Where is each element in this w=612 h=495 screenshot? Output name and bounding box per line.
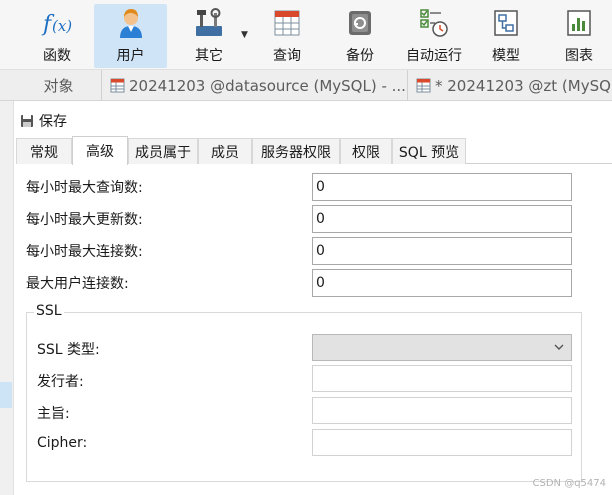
ribbon-backup-button[interactable]: 备份: [328, 4, 392, 68]
property-tabs: 常规 高级 成员属于 成员 服务器权限 权限 SQL 预览: [16, 136, 612, 165]
table-icon: [110, 78, 125, 93]
tab-advanced-label: 高级: [86, 144, 114, 160]
tab-objects[interactable]: 对象: [16, 70, 102, 101]
ribbon-model-button[interactable]: 模型: [476, 4, 536, 68]
save-label: 保存: [39, 114, 67, 130]
query-table-icon: [273, 6, 301, 40]
table-icon: [416, 78, 431, 93]
ribbon-automation-button[interactable]: 自动运行: [398, 4, 470, 68]
ribbon-user-button[interactable]: 用户: [94, 4, 167, 68]
tab-member-of-label: 成员属于: [135, 144, 191, 161]
tab-privileges-label: 权限: [352, 144, 380, 161]
max-updates-input[interactable]: 0: [312, 205, 572, 233]
max-queries-label: 每小时最大查询数:: [26, 180, 143, 196]
issuer-label: 发行者:: [37, 374, 84, 390]
max-connections-input[interactable]: 0: [312, 237, 572, 265]
tab-advanced[interactable]: 高级: [72, 136, 128, 165]
svg-text:(x): (x): [52, 17, 72, 35]
ribbon-function-label: 函数: [43, 48, 71, 64]
tab-zt-user[interactable]: * 20241203 @zt (MySQL): [408, 70, 612, 101]
tab-members[interactable]: 成员: [198, 138, 252, 164]
tab-general-label: 常规: [30, 144, 58, 161]
editor-toolbar: 保存: [16, 108, 71, 134]
automation-icon: [419, 6, 449, 40]
max-queries-input[interactable]: 0: [312, 173, 572, 201]
tab-objects-label: 对象: [43, 77, 74, 95]
left-gutter: [0, 101, 14, 495]
tab-datasource-label: 20241203 @datasource (MySQL) - ...: [129, 76, 406, 95]
max-user-connections-value: 0: [316, 275, 325, 291]
issuer-input[interactable]: [312, 365, 572, 392]
watermark-text: CSDN @q5474: [532, 478, 607, 489]
document-tab-strip: 对象 20241203 @datasource (MySQL) - ... * …: [0, 70, 612, 101]
tab-members-label: 成员: [211, 144, 239, 161]
chart-icon: [566, 6, 592, 40]
backup-icon: [347, 6, 373, 40]
tab-sql-preview-label: SQL 预览: [398, 144, 460, 161]
tab-server-privileges-label: 服务器权限: [261, 144, 331, 161]
tab-server-privileges[interactable]: 服务器权限: [252, 138, 340, 164]
user-icon: [116, 6, 146, 40]
ribbon-other-label: 其它: [195, 48, 223, 64]
max-connections-value: 0: [316, 243, 325, 259]
ribbon-query-label: 查询: [273, 48, 301, 64]
tab-general[interactable]: 常规: [16, 138, 72, 164]
ribbon-query-button[interactable]: 查询: [254, 4, 320, 68]
chevron-down-icon: [554, 344, 564, 350]
tab-privileges[interactable]: 权限: [340, 138, 392, 164]
cipher-label: Cipher:: [37, 435, 88, 451]
tools-icon: [194, 6, 224, 40]
save-icon: [21, 115, 33, 127]
left-gutter-selection[interactable]: [0, 382, 12, 408]
cipher-input[interactable]: [312, 429, 572, 456]
function-icon: f (x): [41, 6, 73, 40]
save-button[interactable]: 保存: [16, 109, 71, 133]
max-queries-value: 0: [316, 179, 325, 195]
max-user-connections-label: 最大用户连接数:: [26, 276, 129, 292]
ssl-type-label: SSL 类型:: [37, 342, 100, 358]
max-user-connections-input[interactable]: 0: [312, 269, 572, 297]
ssl-type-select[interactable]: [312, 334, 572, 361]
max-connections-label: 每小时最大连接数:: [26, 244, 143, 260]
model-icon: [493, 6, 519, 40]
main-ribbon: f (x) 函数 用户 其它 ▼ 查询 备份 自动运行 模型 图表: [0, 0, 612, 70]
subject-label: 主旨:: [37, 406, 70, 422]
subject-input[interactable]: [312, 397, 572, 424]
ribbon-other-button[interactable]: 其它: [175, 4, 243, 68]
max-updates-value: 0: [316, 211, 325, 227]
tab-zt-label: * 20241203 @zt (MySQL): [435, 76, 612, 95]
ribbon-function-button[interactable]: f (x) 函数: [21, 4, 93, 68]
ribbon-user-label: 用户: [116, 48, 145, 64]
ribbon-other-dropdown-icon[interactable]: ▼: [241, 30, 248, 40]
ribbon-chart-label: 图表: [565, 48, 593, 64]
ssl-group-legend: SSL: [34, 303, 64, 319]
ribbon-automation-label: 自动运行: [406, 48, 462, 64]
ribbon-chart-button[interactable]: 图表: [548, 4, 610, 68]
tab-sql-preview[interactable]: SQL 预览: [392, 138, 466, 164]
tab-member-of[interactable]: 成员属于: [128, 138, 198, 164]
ribbon-model-label: 模型: [492, 48, 520, 64]
max-updates-label: 每小时最大更新数:: [26, 212, 143, 228]
ribbon-backup-label: 备份: [346, 48, 374, 64]
tab-datasource-user[interactable]: 20241203 @datasource (MySQL) - ...: [102, 70, 408, 101]
